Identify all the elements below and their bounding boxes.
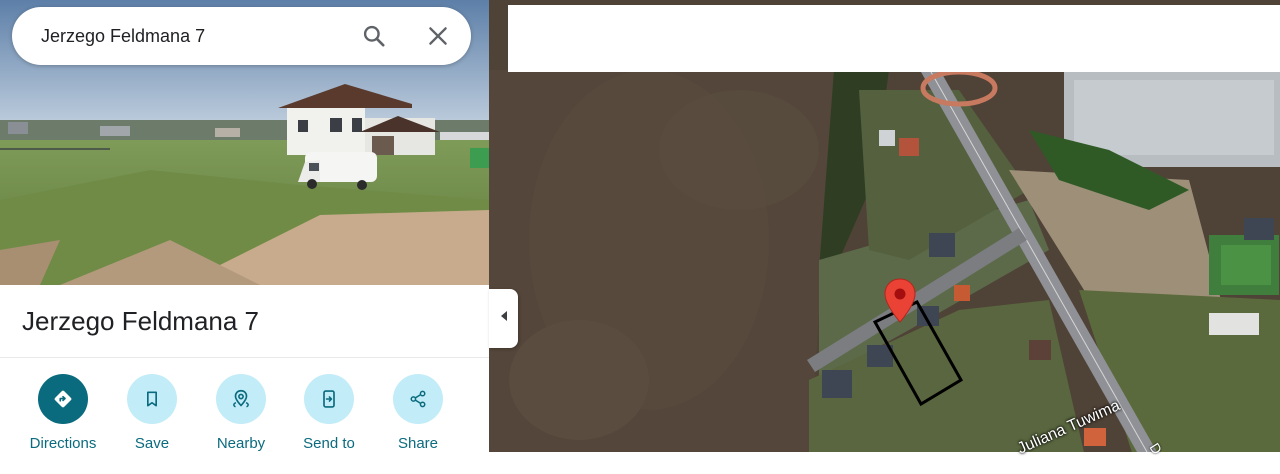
save-label: Save: [134, 435, 170, 452]
collapse-panel-button[interactable]: [489, 289, 518, 348]
divider: [0, 357, 489, 358]
search-icon[interactable]: [361, 23, 387, 49]
nearby-label: Nearby: [216, 435, 266, 452]
share-label: Share: [397, 435, 439, 452]
map-pin-icon[interactable]: [883, 278, 917, 329]
directions-button[interactable]: Directions: [18, 374, 108, 452]
nearby-button[interactable]: Nearby: [196, 374, 286, 452]
map-bottom-strip: [489, 452, 1280, 474]
send-to-button[interactable]: Send to: [284, 374, 374, 452]
send-to-phone-icon: [304, 374, 354, 424]
place-side-panel: Jerzego Feldmana 7 Jerzego Feldmana 7 Di…: [0, 0, 489, 474]
close-icon[interactable]: [425, 23, 451, 49]
share-button[interactable]: Share: [373, 374, 463, 452]
satellite-map[interactable]: [489, 0, 1280, 474]
directions-label: Directions: [29, 435, 97, 452]
send-to-label: Send to: [303, 435, 355, 452]
map-top-bar: [508, 5, 1280, 72]
search-box[interactable]: Jerzego Feldmana 7: [12, 7, 471, 65]
save-button[interactable]: Save: [107, 374, 197, 452]
place-title: Jerzego Feldmana 7: [22, 306, 260, 336]
nearby-pin-icon: [216, 374, 266, 424]
chevron-left-icon: [498, 309, 510, 328]
share-icon: [393, 374, 443, 424]
directions-icon: [38, 374, 88, 424]
search-input[interactable]: Jerzego Feldmana 7: [41, 26, 205, 47]
bookmark-icon: [127, 374, 177, 424]
